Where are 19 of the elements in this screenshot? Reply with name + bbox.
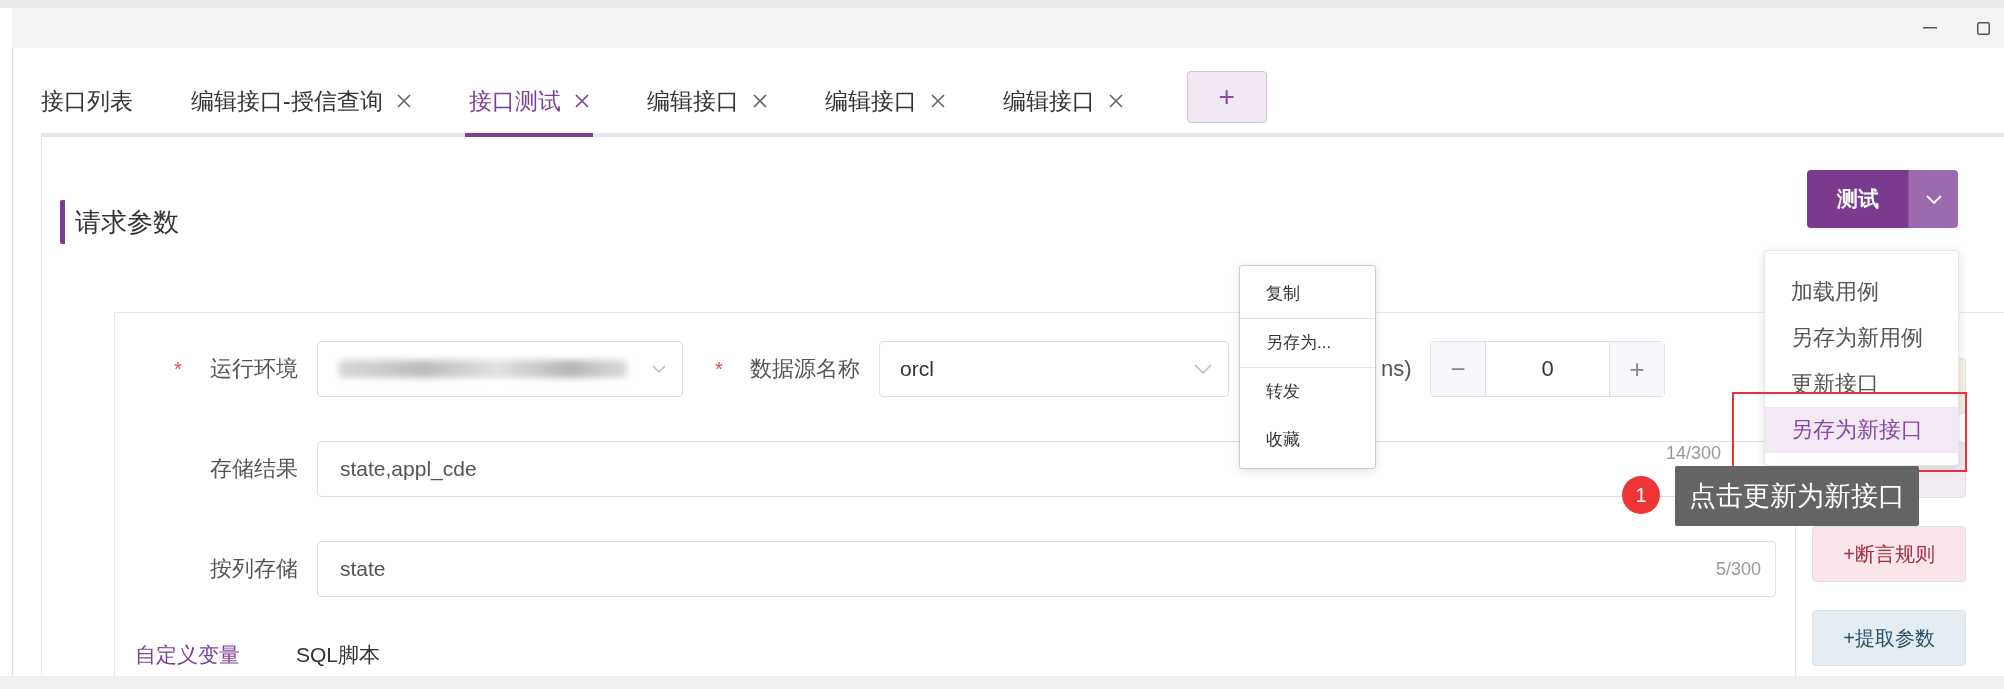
field-label: 运行环境 <box>209 355 298 383</box>
step-badge: 1 <box>1622 476 1660 514</box>
tab-label: 编辑接口-授信查询 <box>191 86 383 116</box>
field-label: 按列存储 <box>209 555 298 583</box>
field-label: 数据源名称 <box>749 355 860 383</box>
tab-label: 编辑接口 <box>824 86 917 116</box>
section-title: 请求参数 <box>60 200 179 244</box>
field-label: 存储结果 <box>209 455 298 483</box>
tab-label: 编辑接口 <box>646 86 739 116</box>
tab-label: 编辑接口 <box>1002 86 1095 116</box>
character-counter: 14/300 <box>1665 442 1721 464</box>
character-counter: 5/300 <box>1715 558 1761 580</box>
required-mark: * <box>174 357 183 381</box>
tab-label: 接口测试 <box>468 86 561 116</box>
tab-label: 接口列表 <box>41 86 133 116</box>
stepper-value: 0 <box>1540 355 1555 383</box>
field-label: ns) <box>1381 356 1413 382</box>
tooltip: 点击更新为新接口 <box>1675 466 1919 526</box>
required-mark: * <box>715 357 724 381</box>
